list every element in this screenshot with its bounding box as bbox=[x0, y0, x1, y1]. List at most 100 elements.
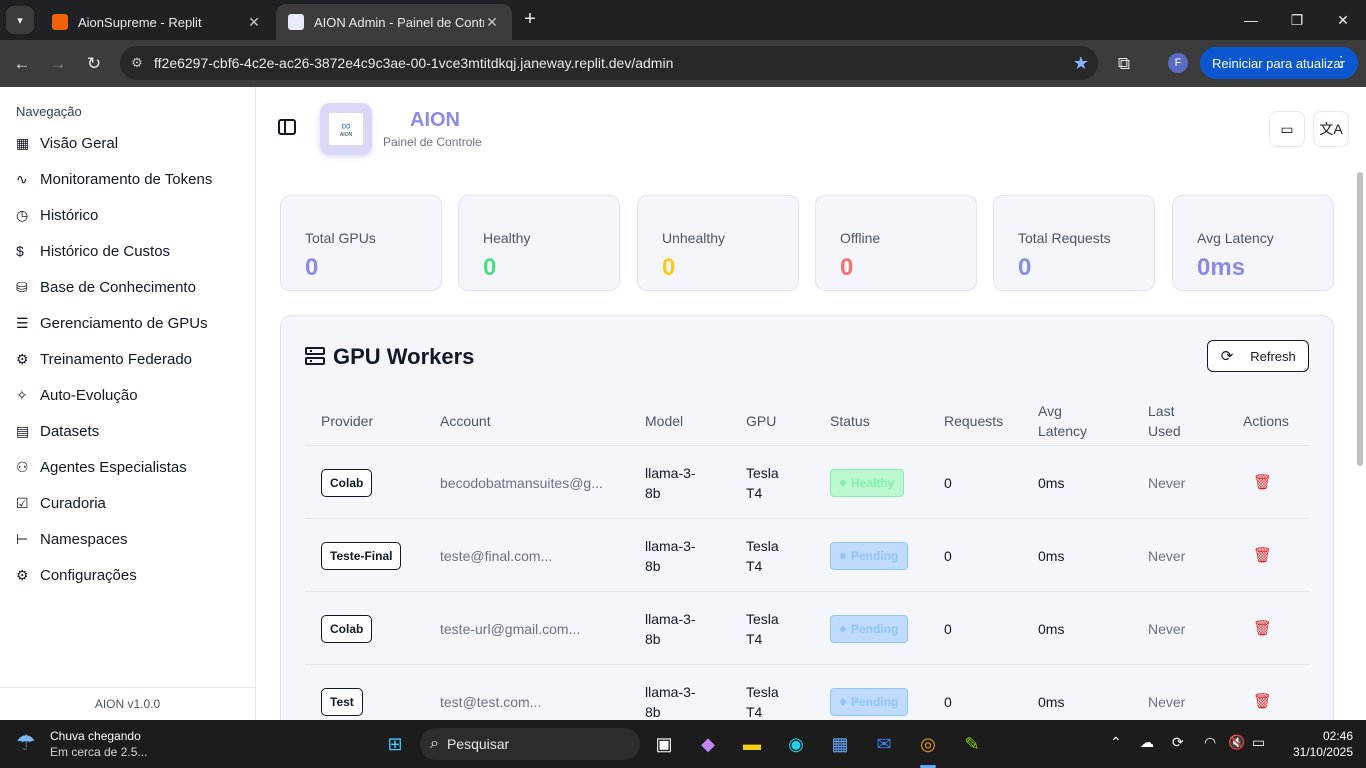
column-header-actions: Actions bbox=[1243, 413, 1289, 429]
status-label: Pending bbox=[851, 694, 899, 709]
address-bar[interactable]: ⚙ ff2e6297-cbf6-4c2e-ac26-3872e4c9c3ae-0… bbox=[120, 46, 1098, 80]
sidebar-item-historico-custos[interactable]: $ Histórico de Custos bbox=[0, 233, 255, 269]
sidebar-item-label: Auto-Evolução bbox=[40, 386, 138, 404]
chat-button[interactable]: ▭ bbox=[1269, 111, 1305, 147]
rain-weather-icon[interactable]: ☂ bbox=[16, 730, 36, 756]
sidebar-item-namespaces[interactable]: ⊢ Namespaces bbox=[0, 521, 255, 557]
status-dot-icon bbox=[840, 698, 846, 705]
chrome-browser-icon[interactable]: ◎ bbox=[912, 728, 944, 760]
server-icon: ☰ bbox=[16, 314, 29, 331]
close-window-icon[interactable]: ✕ bbox=[1320, 0, 1366, 40]
browser-tab-aion-admin[interactable]: AION Admin - Painel de Controle ✕ bbox=[276, 4, 512, 40]
outlook-icon[interactable]: ✉ bbox=[868, 728, 900, 760]
sidebar-item-visao-geral[interactable]: ▦ Visão Geral bbox=[0, 125, 255, 161]
requests-cell: 0 bbox=[944, 693, 952, 710]
delete-trash-icon[interactable]: 🗑 bbox=[1253, 546, 1272, 566]
sidebar-item-configuracoes[interactable]: ⚙ Configurações bbox=[0, 557, 255, 593]
status-dot-icon bbox=[840, 552, 846, 559]
restart-update-button[interactable]: Reiniciar para atualizar ⋮ bbox=[1200, 47, 1358, 79]
sidebar-item-agentes-especialistas[interactable]: ⚇ Agentes Especialistas bbox=[0, 449, 255, 485]
stat-value: 0 bbox=[840, 254, 854, 281]
file-explorer-icon[interactable]: ▬ bbox=[736, 728, 768, 760]
stat-card-unhealthy: Unhealthy 0 bbox=[637, 195, 799, 291]
gpu-cell: Tesla T4 bbox=[746, 537, 779, 574]
restore-window-icon[interactable]: ❐ bbox=[1274, 0, 1320, 40]
extensions-icon[interactable]: ⧉ bbox=[1110, 50, 1138, 78]
sidebar-item-monitoramento-tokens[interactable]: ∿ Monitoramento de Tokens bbox=[0, 161, 255, 197]
sidebar-item-curadoria[interactable]: ☑ Curadoria bbox=[0, 485, 255, 521]
tab-search-button[interactable]: ▾ bbox=[6, 6, 34, 34]
m365-copilot-icon[interactable]: ◆ bbox=[692, 728, 724, 760]
new-tab-button[interactable]: + bbox=[518, 8, 542, 32]
stat-card-healthy: Healthy 0 bbox=[458, 195, 620, 291]
grid-icon: ▦ bbox=[16, 134, 30, 151]
windows-start-icon[interactable]: ⊞ bbox=[379, 728, 411, 760]
notepad-app-icon[interactable]: ✎ bbox=[956, 728, 988, 760]
model-cell: llama-3-8b bbox=[645, 610, 696, 647]
minimize-window-icon[interactable]: — bbox=[1228, 0, 1274, 40]
stat-value: 0ms bbox=[1197, 254, 1246, 281]
message-square-icon: ▭ bbox=[1280, 120, 1294, 137]
browser-tab-replit[interactable]: AionSupreme - Replit ✕ bbox=[40, 4, 274, 40]
clock-time[interactable]: 02:46 bbox=[1313, 729, 1353, 743]
activity-icon: ∿ bbox=[16, 170, 28, 187]
sidebar-item-label: Base de Conhecimento bbox=[40, 278, 196, 296]
stat-value: 0 bbox=[483, 254, 497, 281]
close-tab-icon[interactable]: ✕ bbox=[246, 14, 262, 31]
sidebar-item-treinamento-federado[interactable]: ⚙ Treinamento Federado bbox=[0, 341, 255, 377]
sidebar-item-label: Agentes Especialistas bbox=[40, 458, 187, 476]
status-badge: Pending bbox=[830, 614, 909, 643]
provider-badge: Colab bbox=[321, 614, 373, 643]
edge-browser-icon[interactable]: ◉ bbox=[780, 728, 812, 760]
microsoft-store-icon[interactable]: ▦ bbox=[824, 728, 856, 760]
battery-icon[interactable]: ▭ bbox=[1252, 734, 1265, 751]
forward-arrow-icon[interactable]: → bbox=[44, 50, 72, 78]
reload-icon[interactable]: ↻ bbox=[80, 50, 108, 78]
sidebar-item-auto-evolucao[interactable]: ✧ Auto-Evolução bbox=[0, 377, 255, 413]
delete-trash-icon[interactable]: 🗑 bbox=[1253, 692, 1272, 712]
onedrive-cloud-icon[interactable]: ☁ bbox=[1140, 734, 1154, 751]
close-tab-icon[interactable]: ✕ bbox=[484, 14, 500, 31]
tab-title: AION Admin - Painel de Controle bbox=[314, 14, 484, 30]
file-icon: ▤ bbox=[16, 422, 30, 439]
logo-text: AION bbox=[339, 132, 353, 138]
language-button[interactable]: 文A bbox=[1313, 111, 1349, 147]
status-dot-icon bbox=[840, 479, 846, 486]
delete-trash-icon[interactable]: 🗑 bbox=[1253, 473, 1272, 493]
account-cell: test@test.com... bbox=[440, 693, 542, 710]
profile-avatar[interactable]: F bbox=[1168, 53, 1188, 73]
page-scrollbar[interactable] bbox=[1357, 172, 1363, 466]
column-header-account: Account bbox=[440, 413, 491, 429]
weather-title[interactable]: Chuva chegando bbox=[50, 729, 141, 743]
weather-subtitle[interactable]: Em cerca de 2.5... bbox=[50, 745, 147, 759]
sidebar-item-gerenciamento-gpus[interactable]: ☰ Gerenciamento de GPUs bbox=[0, 305, 255, 341]
network-icon: ⚙ bbox=[16, 350, 29, 367]
volume-muted-icon[interactable]: 🔇 bbox=[1228, 734, 1245, 751]
sidebar-toggle-icon[interactable] bbox=[278, 119, 296, 135]
sidebar-item-label: Gerenciamento de GPUs bbox=[40, 314, 208, 332]
back-arrow-icon[interactable]: ← bbox=[8, 50, 36, 78]
url-text[interactable]: ff2e6297-cbf6-4c2e-ac26-3872e4c9c3ae-00-… bbox=[154, 55, 1064, 71]
sidebar-item-label: Monitoramento de Tokens bbox=[40, 170, 213, 188]
taskbar-search[interactable]: ⌕ Pesquisar bbox=[420, 728, 640, 760]
refresh-button[interactable]: ⟳ Refresh bbox=[1207, 340, 1309, 372]
site-info-icon[interactable]: ⚙ bbox=[120, 55, 154, 71]
sync-icon[interactable]: ⟳ bbox=[1172, 734, 1184, 751]
task-view-icon[interactable]: ▣ bbox=[648, 728, 680, 760]
more-menu-icon[interactable]: ⋮ bbox=[1334, 53, 1348, 70]
sidebar-item-datasets[interactable]: ▤ Datasets bbox=[0, 413, 255, 449]
stat-label: Avg Latency bbox=[1197, 230, 1274, 246]
tray-chevron-icon[interactable]: ⌃ bbox=[1110, 734, 1122, 751]
clock-date[interactable]: 31/10/2025 bbox=[1283, 745, 1353, 759]
wifi-icon[interactable]: ◠ bbox=[1204, 734, 1216, 751]
sidebar-item-base-conhecimento[interactable]: ⛁ Base de Conhecimento bbox=[0, 269, 255, 305]
account-cell: becodobatmansuites@g... bbox=[440, 474, 603, 491]
stat-label: Healthy bbox=[483, 230, 531, 246]
bookmark-star-icon[interactable]: ★ bbox=[1064, 53, 1098, 74]
delete-trash-icon[interactable]: 🗑 bbox=[1253, 619, 1272, 639]
browser-tabstrip: ▾ AionSupreme - Replit ✕ AION Admin - Pa… bbox=[0, 0, 1366, 40]
sidebar-item-label: Datasets bbox=[40, 422, 100, 440]
latency-cell: 0ms bbox=[1038, 547, 1065, 564]
sidebar-item-historico[interactable]: ◷ Histórico bbox=[0, 197, 255, 233]
restart-update-label: Reiniciar para atualizar bbox=[1212, 55, 1345, 71]
